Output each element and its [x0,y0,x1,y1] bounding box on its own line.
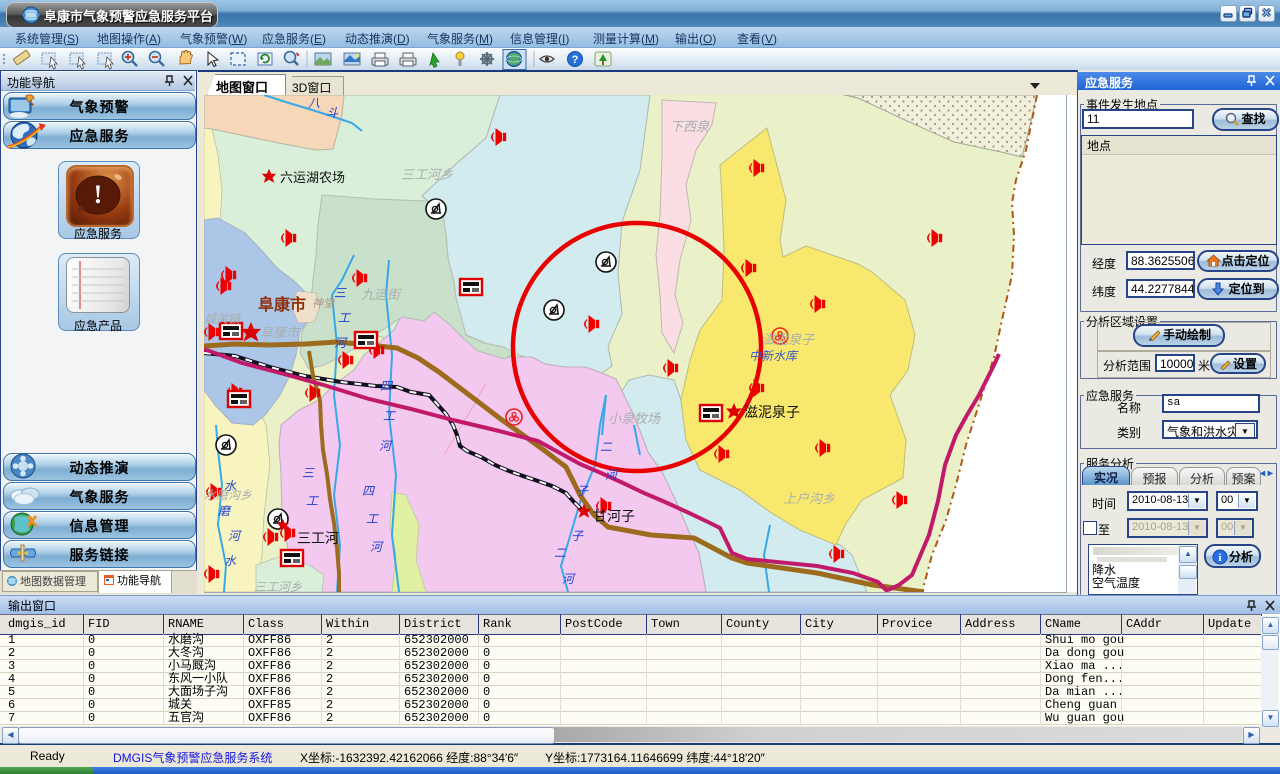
svg-text:河: 河 [228,529,242,543]
svg-text:甘河子: 甘河子 [593,508,635,524]
svg-text:子: 子 [576,484,589,498]
svg-text:三: 三 [302,466,315,480]
svg-text:工: 工 [338,311,351,325]
svg-text:水: 水 [224,479,237,493]
svg-text:四: 四 [362,484,376,498]
svg-text:四: 四 [380,379,394,393]
svg-text:?: ? [572,54,579,66]
svg-text:下西泉: 下西泉 [670,119,710,134]
svg-text:九运街: 九运街 [361,287,402,302]
svg-text:工: 工 [306,494,319,508]
svg-text:阜康市: 阜康市 [258,295,306,314]
svg-text:河: 河 [334,336,348,350]
svg-text:子: 子 [571,529,584,543]
svg-text:工: 工 [366,512,379,526]
svg-text:河: 河 [605,468,619,482]
svg-text:三工河乡: 三工河乡 [401,167,453,182]
svg-text:三工河乡: 三工河乡 [254,580,302,592]
svg-text:滋泥泉子: 滋泥泉子 [762,332,815,347]
svg-text:斗: 斗 [326,106,339,120]
svg-text:磨: 磨 [218,504,232,518]
svg-text:i: i [1218,552,1221,564]
svg-text:三: 三 [334,286,347,300]
svg-text:中新水库: 中新水库 [749,349,799,363]
svg-text:神堂: 神堂 [312,297,336,310]
svg-text:河: 河 [379,439,393,453]
svg-text:上户沟乡: 上户沟乡 [783,491,835,506]
svg-text:小泉牧场: 小泉牧场 [608,411,661,426]
svg-text:河: 河 [562,572,576,586]
svg-text:八: 八 [308,96,320,110]
svg-text:阜康市: 阜康市 [260,325,301,340]
svg-text:二: 二 [600,440,613,454]
svg-text:城关镇: 城关镇 [204,312,242,326]
svg-text:!: ! [94,180,103,209]
svg-text:滋泥泉子: 滋泥泉子 [744,404,800,420]
svg-text:二: 二 [554,546,567,560]
svg-text:三工河: 三工河 [297,530,339,546]
svg-text:水: 水 [224,554,237,568]
svg-text:六运湖农场: 六运湖农场 [280,170,345,185]
svg-text:河: 河 [370,540,384,554]
svg-text:工: 工 [383,409,396,423]
